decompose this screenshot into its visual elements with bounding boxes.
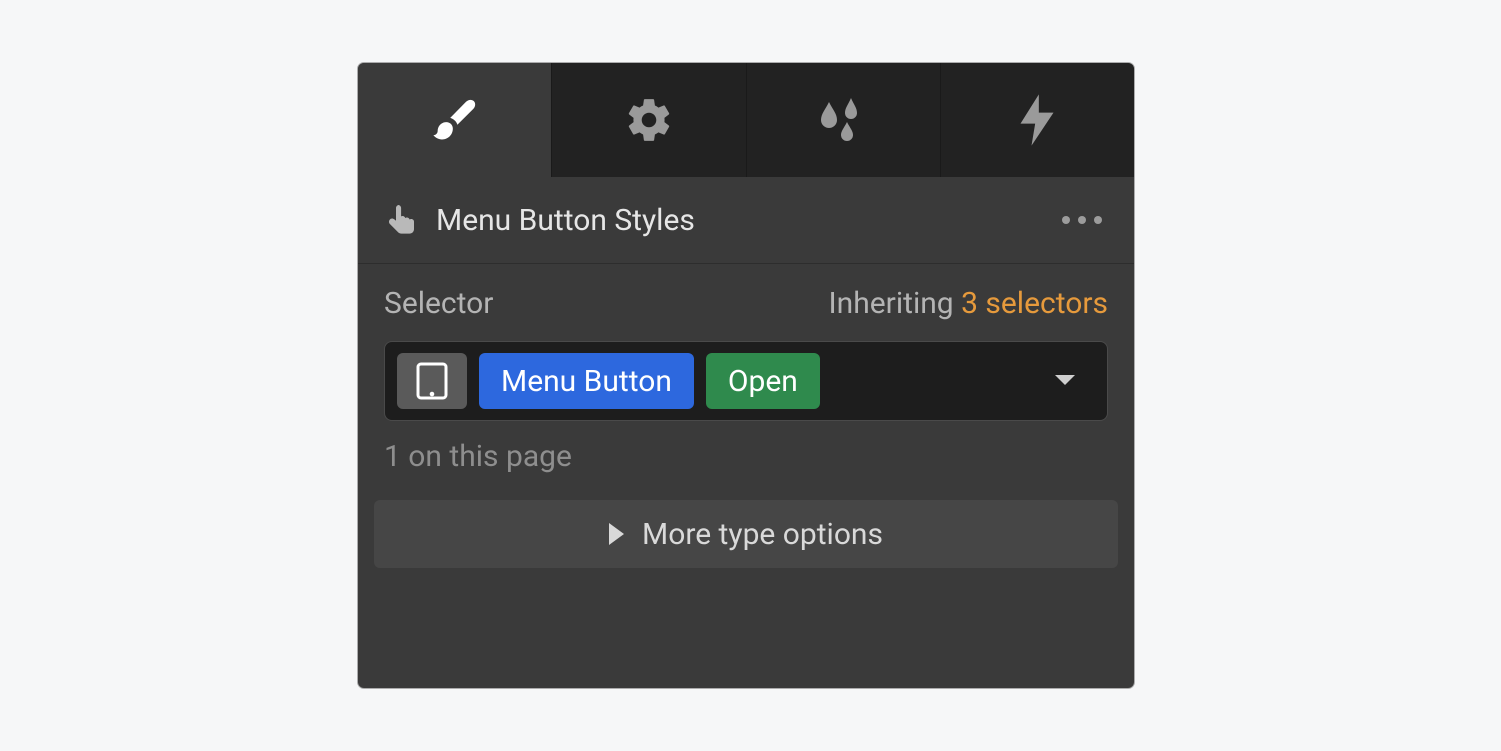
panel-header: Menu Button Styles <box>358 177 1134 264</box>
class-chip-label: Menu Button <box>501 364 672 399</box>
inheriting-prefix: Inheriting <box>829 286 962 321</box>
inheriting-info[interactable]: Inheriting 3 selectors <box>829 286 1108 321</box>
selector-section: Selector Inheriting 3 selectors Menu But… <box>358 264 1134 474</box>
tablet-icon <box>415 361 449 401</box>
style-panel: Menu Button Styles Selector Inheriting 3… <box>358 63 1134 688</box>
more-type-options-button[interactable]: More type options <box>374 500 1118 568</box>
state-chip-label: Open <box>728 364 798 399</box>
tab-style[interactable] <box>358 63 551 177</box>
dots-icon <box>1062 216 1070 224</box>
bolt-icon <box>1015 94 1059 146</box>
pointer-icon <box>384 202 420 238</box>
panel-title: Menu Button Styles <box>436 203 695 238</box>
more-type-options-label: More type options <box>642 517 883 552</box>
triangle-right-icon <box>609 523 624 545</box>
caret-down-icon <box>1053 373 1077 389</box>
selector-field[interactable]: Menu Button Open <box>384 341 1108 421</box>
brush-icon <box>429 94 481 146</box>
panel-tabbar <box>358 63 1134 177</box>
tab-effects[interactable] <box>746 63 940 177</box>
droplets-icon <box>815 98 871 142</box>
more-menu-button[interactable] <box>1056 210 1108 230</box>
selector-dropdown[interactable] <box>1045 361 1095 401</box>
breakpoint-chip[interactable] <box>397 353 467 409</box>
state-chip[interactable]: Open <box>706 353 820 409</box>
selector-label: Selector <box>384 286 493 321</box>
tab-interactions[interactable] <box>940 63 1134 177</box>
class-chip[interactable]: Menu Button <box>479 353 694 409</box>
gear-icon <box>624 95 674 145</box>
instance-count: 1 on this page <box>384 439 1108 474</box>
tab-settings[interactable] <box>551 63 745 177</box>
inheriting-count: 3 selectors <box>961 286 1108 321</box>
